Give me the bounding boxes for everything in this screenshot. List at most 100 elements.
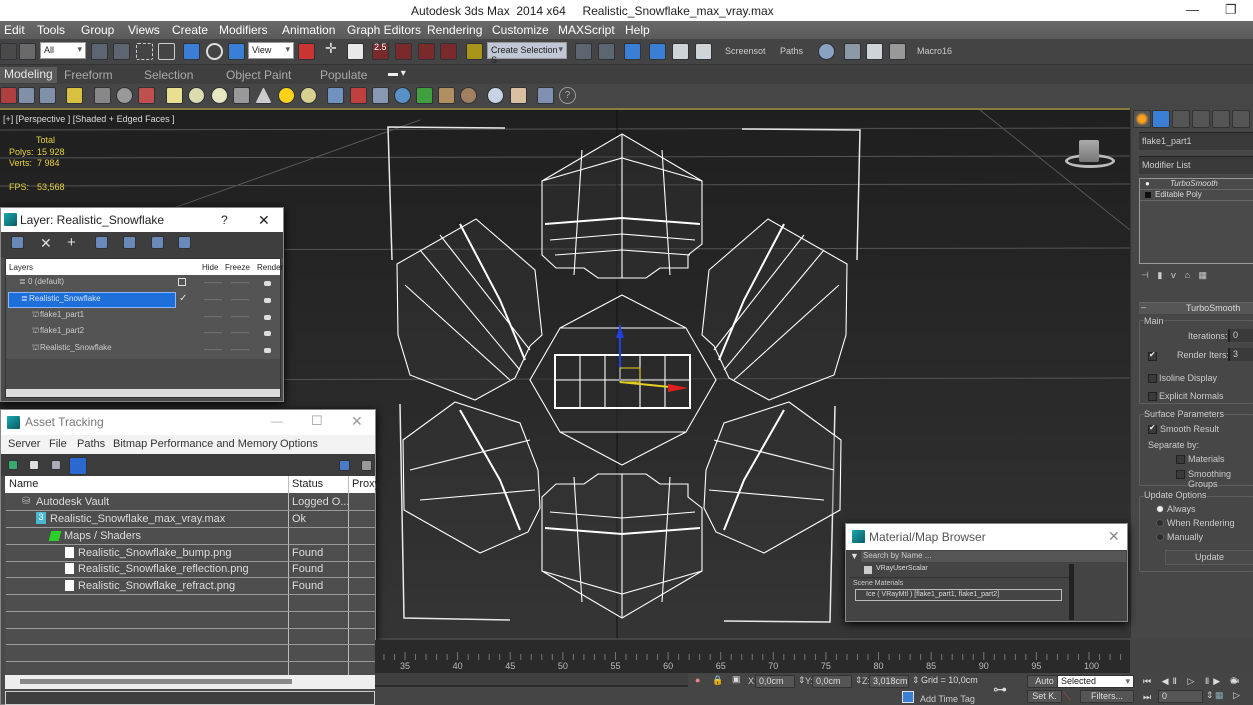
iterations-spinner[interactable]: 0 (1228, 329, 1253, 342)
asset-tracking-icon[interactable] (537, 87, 554, 104)
material-grid-icon[interactable] (510, 87, 527, 104)
select-and-scale-icon[interactable] (228, 43, 245, 60)
ribbon-tab-modeling[interactable]: Modeling (0, 67, 57, 83)
browser-options-icon[interactable]: ▼ (850, 551, 859, 561)
select-by-name-icon[interactable] (113, 43, 130, 60)
ribbon-tab-object-paint[interactable]: Object Paint (226, 68, 291, 82)
asset-row[interactable]: 3 Realistic_Snowflake_max_vray.max Ok (6, 511, 375, 528)
menu-customize[interactable]: Customize (492, 23, 549, 37)
paths-button[interactable]: Paths (780, 46, 803, 56)
smoothing-groups-checkbox[interactable] (1176, 470, 1185, 479)
asset-row[interactable]: Realistic_Snowflake_reflection.png Found (6, 561, 375, 578)
render-setup-icon[interactable] (844, 43, 861, 60)
stack-item-turbosmooth[interactable]: ● TurboSmooth (1140, 179, 1253, 190)
schematic-view-icon[interactable] (695, 43, 712, 60)
search-by-name-input[interactable]: Search by Name ... (861, 551, 1126, 562)
motion-tab-icon[interactable] (1192, 110, 1210, 128)
pan-view-icon[interactable]: ▷ (1233, 690, 1240, 701)
maximize-button[interactable]: ☐ (311, 413, 323, 429)
vault-settings-icon[interactable] (361, 460, 372, 471)
layer-manager-icon[interactable] (649, 43, 666, 60)
current-layer-box[interactable] (178, 278, 186, 286)
table-view-icon[interactable] (69, 457, 87, 475)
highlight-selected-layer-icon[interactable] (123, 236, 136, 249)
menu-tools[interactable]: Tools (37, 23, 65, 37)
freeze-all-layers-icon[interactable] (178, 236, 191, 249)
light-lister-icon[interactable] (66, 87, 83, 104)
create-tab-icon[interactable] (1133, 110, 1151, 128)
vault-help-icon[interactable] (339, 460, 350, 471)
macro16-button[interactable]: Macro16 (917, 46, 952, 56)
object-name-field[interactable]: flake1_part1 (1139, 132, 1253, 150)
sphere-light-icon[interactable] (211, 87, 228, 104)
edit-named-selection-icon[interactable] (466, 43, 483, 60)
named-selection-dropdown[interactable]: Create Selection S (487, 42, 567, 65)
scene-material-ice[interactable]: Ice ( VRayMtl ) [flake1_part1, flake1_pa… (855, 589, 1062, 601)
unlink-icon[interactable] (0, 43, 17, 60)
isoline-display-checkbox[interactable] (1148, 374, 1157, 383)
freeze-toggle[interactable]: —— (231, 311, 249, 321)
asset-row[interactable]: ⛁ Autodesk Vault Logged O... (6, 494, 375, 511)
ribbon-tab-populate[interactable]: Populate (320, 68, 367, 82)
grid-view-icon[interactable] (39, 87, 56, 104)
frame-spinner-icon[interactable]: ⇕ (1206, 690, 1214, 701)
pivot-center-icon[interactable] (298, 43, 315, 60)
percent-snap-icon[interactable] (418, 43, 435, 60)
mirror-icon[interactable] (575, 43, 592, 60)
vray-user-scalar-item[interactable]: VRayUserScalar (850, 564, 1070, 578)
column-layers[interactable]: Layers (9, 263, 33, 272)
hide-toggle[interactable]: —— (204, 327, 222, 337)
material-sphere-icon[interactable] (487, 87, 504, 104)
display-tab-icon[interactable] (1212, 110, 1230, 128)
delete-layer-icon[interactable]: ✕ (40, 235, 52, 252)
y-coordinate-field[interactable]: 0,0cm (812, 675, 852, 688)
hide-toggle[interactable]: —— (204, 311, 222, 321)
layer-row[interactable]: ⛫ flake1_part2 (6, 325, 176, 341)
scene-materials-section[interactable]: Scene Materials (853, 580, 903, 587)
modifier-list-dropdown[interactable]: Modifier List (1139, 156, 1253, 174)
teapot-icon[interactable] (233, 87, 250, 104)
render-toggle-icon[interactable] (264, 331, 271, 336)
scene-explorer-icon[interactable] (624, 43, 641, 60)
column-name[interactable]: Name (9, 478, 38, 490)
cone-icon[interactable] (255, 87, 272, 104)
scrollbar-thumb[interactable] (20, 679, 292, 684)
minimize-button[interactable]: — (1186, 2, 1199, 17)
hide-toggle[interactable]: —— (204, 344, 222, 354)
z-coordinate-field[interactable]: 3,018cm (869, 675, 909, 688)
menu-server[interactable]: Server (8, 438, 40, 450)
zoom-extents-icon[interactable]: ◉ (1230, 675, 1238, 686)
set-key-icon[interactable]: ⊶ (993, 681, 1007, 698)
x-coordinate-field[interactable]: 0,0cm (755, 675, 795, 688)
help-icon[interactable]: ? (559, 87, 576, 104)
restore-button[interactable]: ❐ (1225, 2, 1237, 18)
asset-row[interactable]: Maps / Shaders (6, 528, 375, 545)
ribbon-options-icon[interactable]: ▬ ▾ (388, 68, 406, 79)
horizontal-scrollbar[interactable] (5, 675, 375, 689)
hide-toggle[interactable]: —— (204, 277, 222, 287)
layer-row[interactable]: ⛫ Realistic_Snowflake (6, 342, 176, 358)
hide-all-layers-icon[interactable] (151, 236, 164, 249)
select-and-rotate-icon[interactable] (206, 43, 223, 60)
render-toggle-icon[interactable] (264, 348, 271, 353)
dome-icon[interactable] (188, 87, 205, 104)
manipulate-icon[interactable]: ✛ (325, 40, 342, 57)
viewport-label[interactable]: [+] [Perspective ] [Shaded + Edged Faces… (3, 114, 175, 124)
column-proxy[interactable]: Proxy (352, 478, 380, 490)
render-toggle-icon[interactable] (264, 298, 271, 303)
modify-tab-icon[interactable] (1152, 110, 1170, 128)
freeze-toggle[interactable]: —— (231, 327, 249, 337)
menu-file[interactable]: File (49, 438, 67, 450)
materials-checkbox[interactable] (1176, 455, 1185, 464)
stack-tools[interactable]: ⊣ ▮ ⅴ ⌂ ▦ (1141, 270, 1210, 281)
menu-views[interactable]: Views (128, 23, 160, 37)
freeze-toggle[interactable]: —— (231, 277, 249, 287)
tripod-icon[interactable] (372, 87, 389, 104)
sun-icon[interactable] (278, 87, 295, 104)
close-button[interactable]: ✕ (351, 413, 363, 430)
render-toggle-icon[interactable] (264, 281, 271, 286)
menu-graph-editors[interactable]: Graph Editors (347, 23, 421, 37)
viewcube[interactable] (1063, 136, 1117, 172)
angle-snap-icon[interactable] (395, 43, 412, 60)
menu-help[interactable]: Help (625, 23, 650, 37)
